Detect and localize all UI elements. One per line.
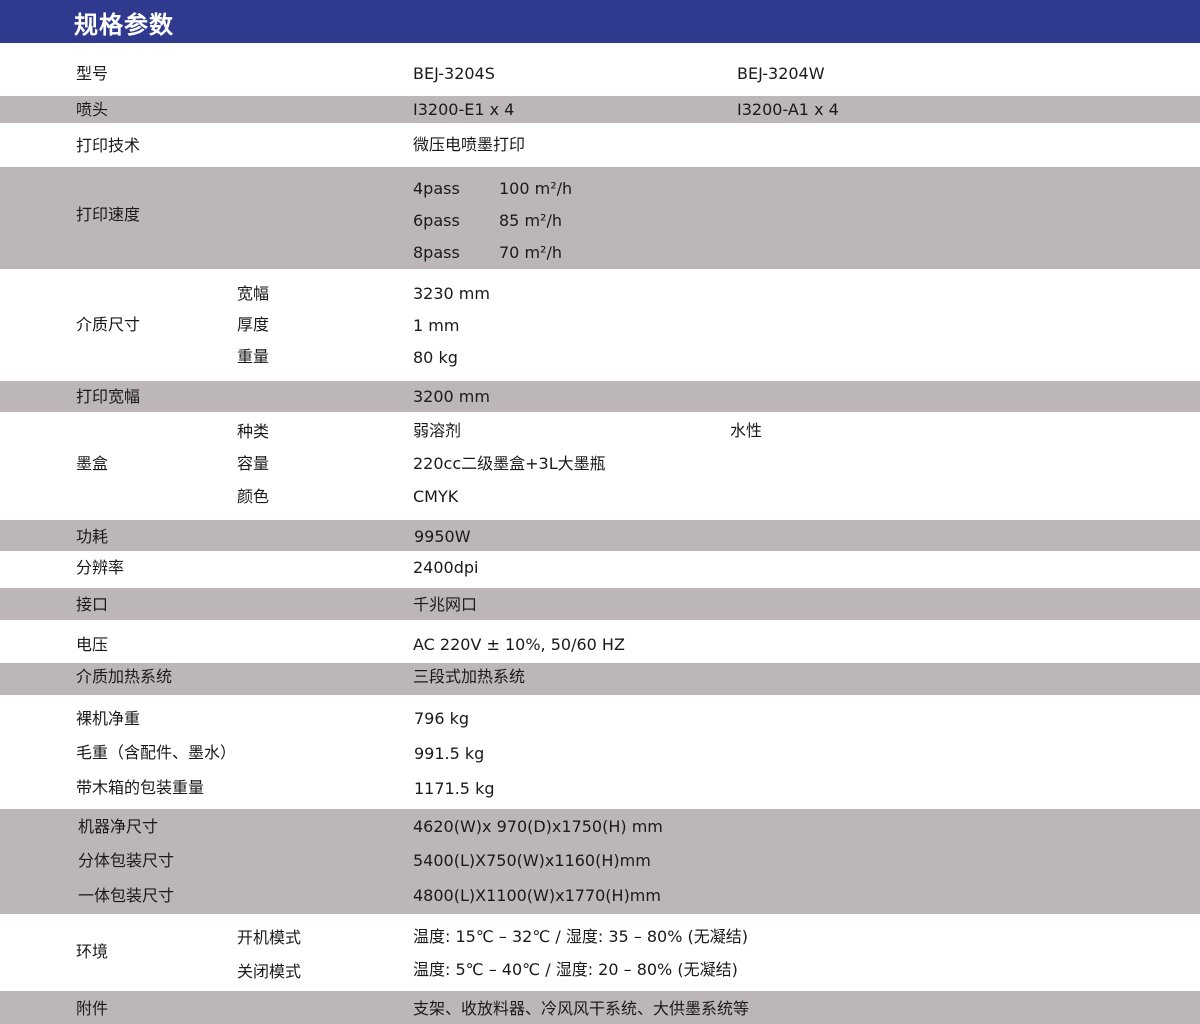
voltage-value: AC 220V ± 10%, 50/60 HZ [413, 635, 625, 654]
model-s-value: BEJ-3204S [413, 64, 495, 83]
ink-color-label: 颜色 [237, 487, 270, 506]
dimension-value: 4800(L)X1100(W)x1770(H)mm [413, 886, 661, 905]
weight-label: 毛重（含配件、墨水） [76, 743, 237, 762]
speed-pass: 4pass [413, 179, 460, 198]
voltage-label: 电压 [76, 635, 109, 654]
speed-pass: 8pass [413, 243, 460, 262]
ink-color-value: CMYK [413, 487, 459, 506]
speed-value: 70 m²/h [499, 243, 562, 262]
ink-type-w: 水性 [730, 421, 763, 440]
band-interface [0, 588, 1200, 620]
band-heating [0, 663, 1200, 695]
band-print-width [0, 381, 1200, 412]
band-nozzle [0, 96, 1200, 123]
ink-type-label: 种类 [237, 422, 270, 441]
ink-capacity-value: 220cc二级墨盒+3L大墨瓶 [413, 454, 606, 473]
media-sub-label: 重量 [237, 347, 270, 366]
env-on-value: 温度: 15℃ – 32℃ / 湿度: 35 – 80% (无凝结) [413, 927, 749, 946]
print-width-value: 3200 mm [413, 387, 490, 406]
interface-label: 接口 [76, 595, 109, 614]
speed-label: 打印速度 [76, 205, 141, 224]
env-label: 环境 [76, 942, 109, 961]
ink-label: 墨盒 [76, 454, 109, 473]
power-label: 功耗 [76, 527, 109, 546]
speed-value: 100 m²/h [499, 179, 573, 198]
ink-type-s: 弱溶剂 [413, 421, 462, 440]
resolution-label: 分辨率 [76, 558, 125, 577]
weight-value: 796 kg [414, 709, 470, 728]
ink-capacity-label: 容量 [237, 454, 270, 473]
media-sub-value: 80 kg [413, 348, 458, 367]
heating-value: 三段式加热系统 [413, 667, 526, 686]
tech-label: 打印技术 [76, 136, 141, 155]
band-speed [0, 167, 1200, 269]
media-sub-label: 宽幅 [237, 284, 270, 303]
accessories-label: 附件 [76, 999, 109, 1018]
tech-value: 微压电喷墨打印 [413, 135, 526, 154]
media-sub-value: 1 mm [413, 316, 460, 335]
media-sub-label: 厚度 [237, 315, 270, 334]
power-value: 9950W [414, 527, 471, 546]
speed-pass: 6pass [413, 211, 460, 230]
nozzle-w-value: I3200-A1 x 4 [737, 100, 839, 119]
resolution-value: 2400dpi [413, 558, 479, 577]
weight-value: 1171.5 kg [414, 779, 495, 798]
speed-value: 85 m²/h [499, 211, 562, 230]
model-label: 型号 [76, 64, 109, 83]
nozzle-label: 喷头 [76, 100, 109, 119]
header-bar: 规格参数 [0, 0, 1200, 43]
dimension-value: 5400(L)X750(W)x1160(H)mm [413, 851, 651, 870]
env-on-label: 开机模式 [237, 928, 302, 947]
page-title: 规格参数 [74, 11, 174, 39]
model-w-value: BEJ-3204W [737, 64, 825, 83]
weight-label: 裸机净重 [76, 709, 141, 728]
dimension-label: 一体包装尺寸 [78, 886, 175, 905]
dimension-value: 4620(W)x 970(D)x1750(H) mm [413, 817, 663, 836]
env-off-label: 关闭模式 [237, 962, 302, 981]
print-width-label: 打印宽幅 [76, 387, 141, 406]
dimension-label: 机器净尺寸 [78, 817, 159, 836]
nozzle-s-value: I3200-E1 x 4 [413, 100, 515, 119]
dimension-label: 分体包装尺寸 [78, 851, 175, 870]
weight-label: 带木箱的包装重量 [76, 778, 205, 797]
interface-value: 千兆网口 [413, 595, 478, 614]
band-power [0, 520, 1200, 551]
heating-label: 介质加热系统 [76, 667, 173, 686]
media-sub-value: 3230 mm [413, 284, 490, 303]
media-label: 介质尺寸 [76, 315, 141, 334]
weight-value: 991.5 kg [414, 744, 485, 763]
accessories-value: 支架、收放料器、冷风风干系统、大供墨系统等 [413, 999, 750, 1018]
env-off-value: 温度: 5℃ – 40℃ / 湿度: 20 – 80% (无凝结) [413, 960, 738, 979]
